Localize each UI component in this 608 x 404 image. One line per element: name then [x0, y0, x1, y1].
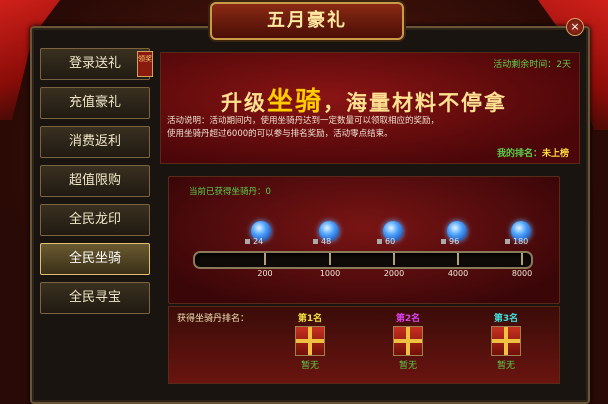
sidebar-item-treasure-hunt[interactable]: 全民寻宝	[40, 282, 150, 314]
sidebar-item-recharge-gift[interactable]: 充值豪礼	[40, 87, 150, 119]
window-title-plate: 五月豪礼	[210, 2, 404, 40]
progress-track	[193, 251, 533, 269]
threshold-label: 8000	[511, 269, 533, 278]
rank-slot-status: 暂无	[496, 361, 515, 371]
slogan-emphasis: 坐骑	[267, 87, 324, 117]
gift-box-icon[interactable]	[295, 326, 325, 356]
sidebar-item-dragon-seal[interactable]: 全民龙印	[40, 204, 150, 236]
close-icon[interactable]: ×	[566, 18, 584, 36]
ranking-title: 获得坐骑丹排名：	[177, 314, 250, 324]
sidebar-item-spend-rebate[interactable]: 消费返利	[40, 126, 150, 158]
reward-count: 48	[313, 237, 331, 246]
event-description: 活动说明：活动期间内，使用坐骑丹达到一定数量可以领取相应的奖励， 使用坐骑丹超过…	[167, 115, 567, 141]
slogan-pre: 升级	[221, 90, 267, 115]
gift-box-icon[interactable]	[491, 326, 521, 356]
obtained-count: 当前已获得坐骑丹：0	[189, 187, 271, 197]
rank-slot-title: 第2名	[395, 314, 421, 324]
threshold-label: 4000	[447, 269, 469, 278]
window-title: 五月豪礼	[267, 10, 347, 31]
sidebar-item-label: 全民寻宝	[68, 290, 121, 305]
sidebar-item-mount[interactable]: 全民坐骑	[40, 243, 150, 275]
my-rank: 我的排名：未上榜	[497, 146, 569, 159]
banner-slogan: 升级坐骑，海量材料不停拿	[221, 81, 507, 118]
threshold-label: 1000	[319, 269, 341, 278]
sidebar-item-label: 登录送礼	[68, 56, 121, 71]
sidebar-item-limited-sale[interactable]: 超值限购	[40, 165, 150, 197]
threshold-tick	[393, 253, 395, 265]
progress-panel: 当前已获得坐骑丹：0 24 48 60 96 180 200 1000 2000…	[168, 176, 560, 304]
sidebar-item-label: 充值豪礼	[68, 95, 121, 110]
rank-slot-status: 暂无	[398, 361, 417, 371]
sidebar-item-login-gift[interactable]: 登录送礼 领奖	[40, 48, 153, 80]
threshold-tick	[457, 253, 459, 265]
my-rank-value: 未上榜	[541, 149, 569, 159]
gift-box-icon[interactable]	[393, 326, 423, 356]
threshold-tick	[264, 253, 266, 265]
reward-count: 24	[245, 237, 263, 246]
reward-count: 60	[377, 237, 395, 246]
description-line: 活动说明：活动期间内，使用坐骑丹达到一定数量可以领取相应的奖励，	[167, 116, 440, 126]
description-line: 使用坐骑丹超过6000的可以参与排名奖励，活动零点结束。	[167, 129, 393, 139]
threshold-label: 200	[257, 269, 273, 278]
my-rank-label: 我的排名：	[496, 149, 542, 159]
sidebar: 登录送礼 领奖 充值豪礼 消费返利 超值限购 全民龙印 全民坐骑 全民寻宝	[40, 48, 154, 321]
remaining-time: 活动剩余时间：2天	[493, 60, 571, 70]
rank-slot-2: 第2名 暂无	[383, 311, 433, 371]
sidebar-item-label: 全民龙印	[68, 212, 121, 227]
reward-count: 180	[505, 237, 528, 246]
sidebar-item-label: 全民坐骑	[68, 251, 121, 266]
rank-slot-title: 第3名	[493, 314, 519, 324]
rank-slot-title: 第1名	[297, 314, 323, 324]
claim-badge: 领奖	[137, 51, 153, 77]
rank-slot-status: 暂无	[300, 361, 319, 371]
threshold-tick	[329, 253, 331, 265]
rank-slot-3: 第3名 暂无	[481, 311, 531, 371]
sidebar-item-label: 消费返利	[68, 134, 121, 149]
rank-slot-1: 第1名 暂无	[285, 311, 335, 371]
event-banner: 活动剩余时间：2天 升级坐骑，海量材料不停拿 活动说明：活动期间内，使用坐骑丹达…	[160, 52, 580, 164]
reward-count: 96	[441, 237, 459, 246]
slogan-post: ，海量材料不停拿	[323, 90, 508, 115]
sidebar-item-label: 超值限购	[68, 173, 121, 188]
ranking-panel: 获得坐骑丹排名： 第1名 暂无 第2名 暂无 第3名 暂无	[168, 306, 560, 384]
threshold-tick	[521, 253, 523, 265]
threshold-label: 2000	[383, 269, 405, 278]
